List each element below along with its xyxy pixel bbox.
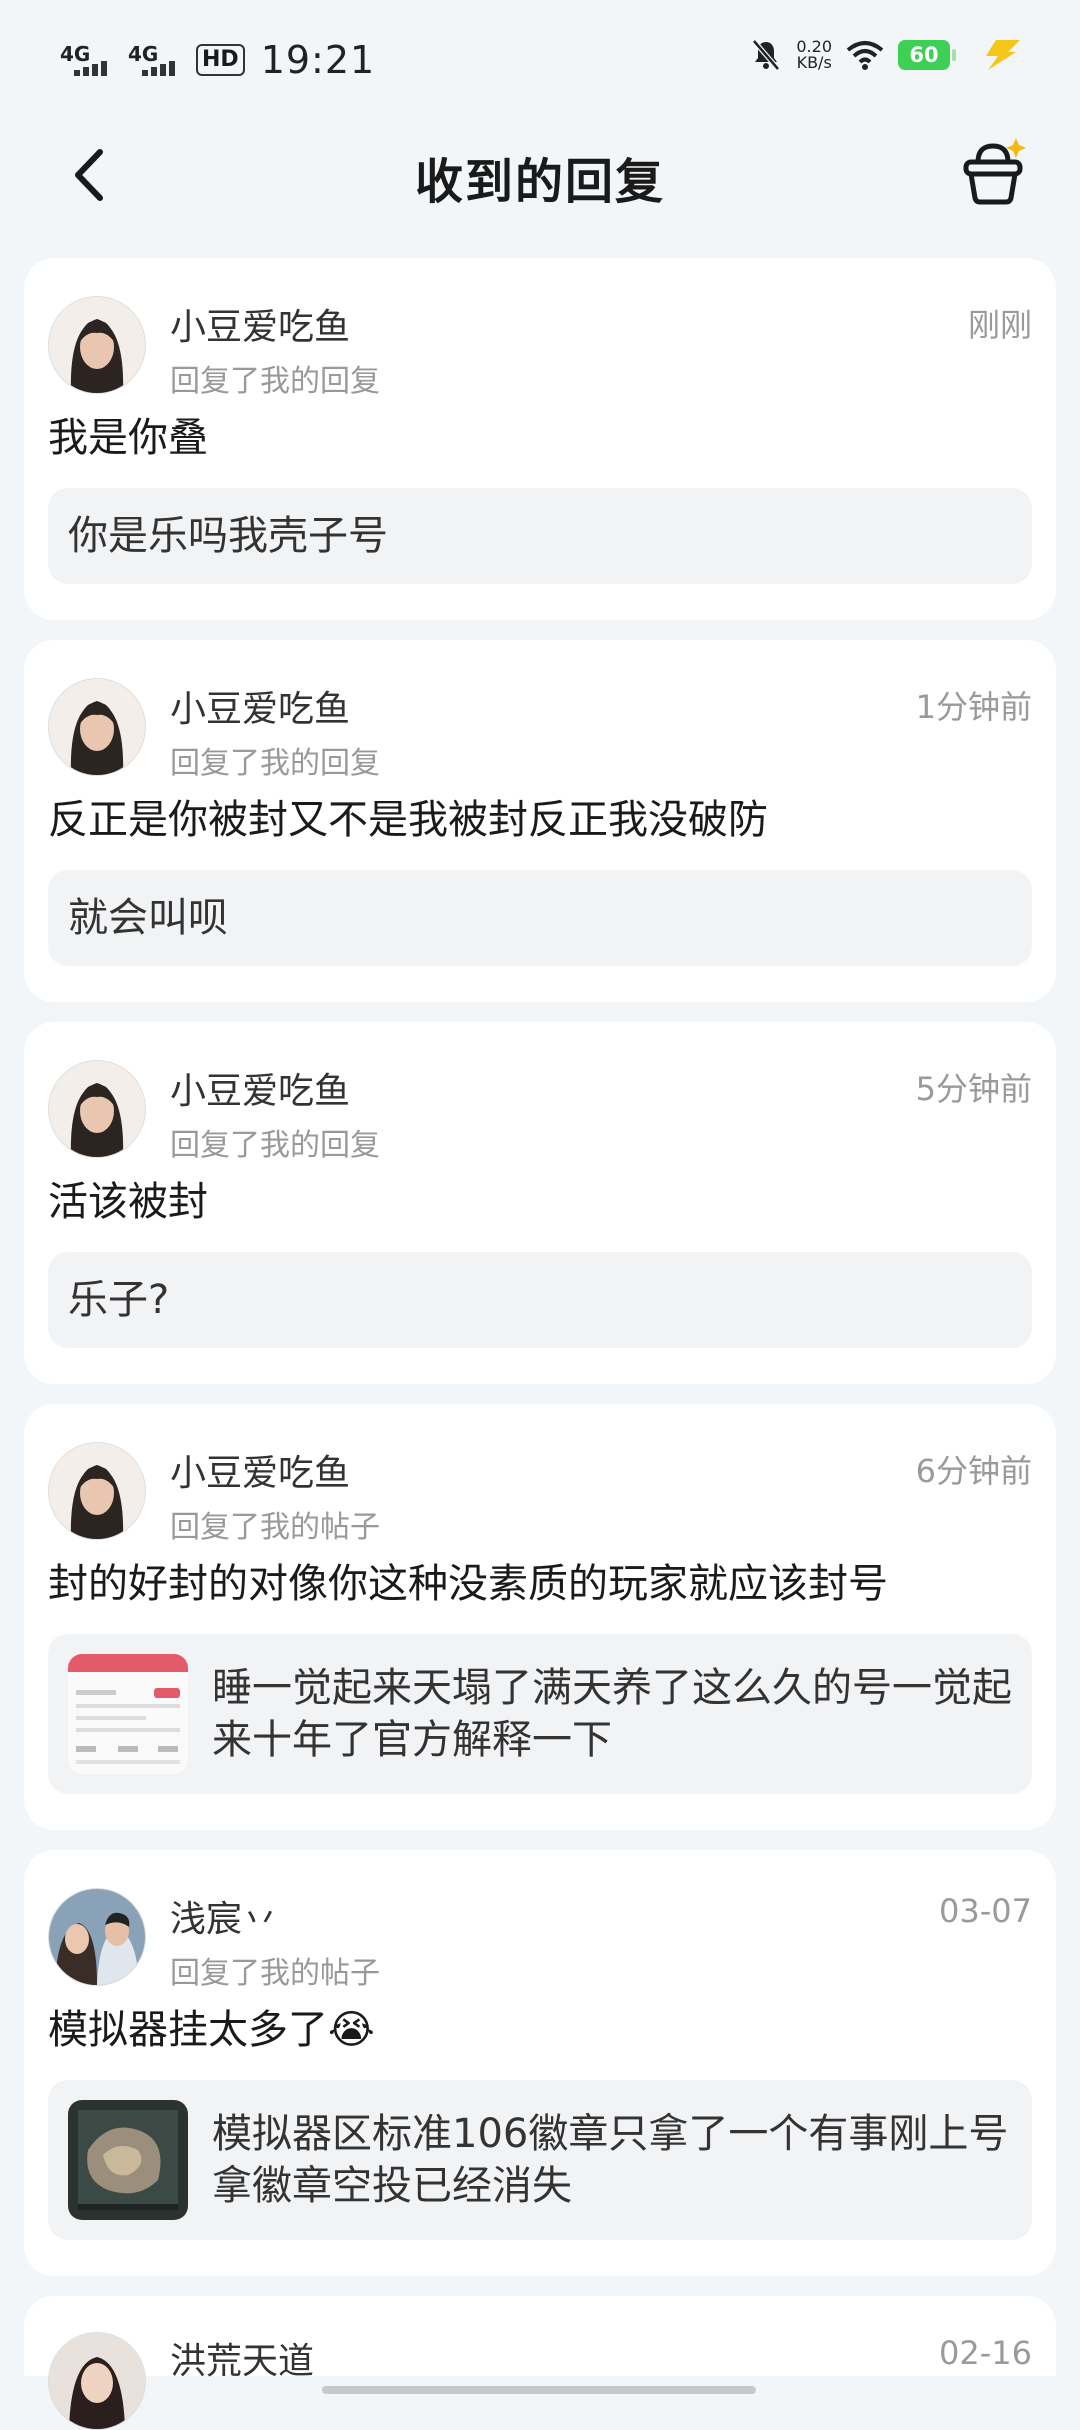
- quoted-post-title: 模拟器区标准106徽章只拿了一个有事刚上号拿徽章空投已经消失: [212, 2111, 1009, 2209]
- timestamp: 1分钟前: [915, 688, 1032, 726]
- quoted-post[interactable]: 模拟器区标准106徽章只拿了一个有事刚上号拿徽章空投已经消失: [48, 2080, 1032, 2240]
- avatar[interactable]: [48, 678, 146, 776]
- avatar[interactable]: [48, 1442, 146, 1540]
- net-speed: 0.20 KB/s: [796, 39, 832, 71]
- mute-bell-icon: [752, 39, 781, 71]
- username[interactable]: 小豆爱吃鱼: [170, 1062, 350, 1114]
- timestamp: 5分钟前: [915, 1070, 1032, 1108]
- timestamp: 6分钟前: [915, 1452, 1032, 1490]
- username[interactable]: 洪荒天道: [170, 2332, 314, 2384]
- reply-content: 我是你叠: [48, 415, 208, 461]
- reply-content: 封的好封的对像你这种没素质的玩家就应该封号: [48, 1561, 888, 1607]
- reply-content: 模拟器挂太多了😭: [48, 2002, 1032, 2058]
- avatar[interactable]: [48, 1060, 146, 1158]
- reply-list: 小豆爱吃鱼 回复了我的回复 刚刚 我是你叠 你是乐吗我壳子号 小豆爱吃鱼 回复了…: [24, 258, 1056, 2430]
- signal-icon: 4G: [128, 44, 186, 76]
- post-thumbnail: [68, 2100, 188, 2220]
- crying-emoji-icon: 😭: [328, 2007, 375, 2053]
- reply-action: 回复了我的帖子: [170, 1956, 380, 1991]
- avatar[interactable]: [48, 296, 146, 394]
- reply-content: 活该被封: [48, 1179, 208, 1225]
- reply-card[interactable]: 洪荒天道 02-16: [24, 2296, 1056, 2430]
- avatar[interactable]: [48, 2332, 146, 2430]
- charging-bolt-icon: [986, 40, 1020, 70]
- battery-icon: 60: [898, 40, 956, 70]
- hd-voice-icon: HD: [196, 44, 245, 76]
- quoted-post-title: 睡一觉起来天塌了满天养了这么久的号一觉起来十年了官方解释一下: [212, 1665, 1012, 1763]
- cleanup-basket-icon[interactable]: [958, 136, 1028, 208]
- username[interactable]: 小豆爱吃鱼: [170, 1444, 350, 1496]
- reply-action: 回复了我的回复: [170, 746, 380, 781]
- timestamp: 02-16: [939, 2334, 1032, 2372]
- reply-card[interactable]: 小豆爱吃鱼 回复了我的回复 刚刚 我是你叠 你是乐吗我壳子号: [24, 258, 1056, 620]
- username[interactable]: 小豆爱吃鱼: [170, 298, 350, 350]
- timestamp: 03-07: [939, 1892, 1032, 1930]
- reply-card[interactable]: 小豆爱吃鱼 回复了我的回复 5分钟前 活该被封 乐子?: [24, 1022, 1056, 1384]
- page-title: 收到的回复: [414, 154, 665, 210]
- quoted-text[interactable]: 就会叫呗: [48, 870, 1032, 966]
- wifi-icon: [846, 41, 884, 70]
- timestamp: 刚刚: [967, 306, 1032, 344]
- reply-text: 模拟器挂太多了: [48, 2007, 328, 2053]
- status-bar: 4G 4G HD 19:21 0.20 KB/s 60: [0, 0, 1080, 120]
- reply-action: 回复了我的回复: [170, 1128, 380, 1163]
- reply-action: 回复了我的帖子: [170, 1510, 380, 1545]
- username[interactable]: 浅宸丷: [170, 1890, 278, 1942]
- reply-card[interactable]: 浅宸丷 回复了我的帖子 03-07 模拟器挂太多了😭 模拟器区标准106徽章只拿…: [24, 1850, 1056, 2276]
- reply-card[interactable]: 小豆爱吃鱼 回复了我的回复 1分钟前 反正是你被封又不是我被封反正我没破防 就会…: [24, 640, 1056, 1002]
- clock: 19:21: [260, 38, 376, 82]
- username[interactable]: 小豆爱吃鱼: [170, 680, 350, 732]
- reply-action: 回复了我的回复: [170, 364, 380, 399]
- reply-card[interactable]: 小豆爱吃鱼 回复了我的帖子 6分钟前 封的好封的对像你这种没素质的玩家就应该封号…: [24, 1404, 1056, 1830]
- post-thumbnail: [68, 1654, 188, 1774]
- quoted-text[interactable]: 乐子?: [48, 1252, 1032, 1348]
- reply-content: 反正是你被封又不是我被封反正我没破防: [48, 797, 768, 843]
- net-speed-unit: KB/s: [796, 53, 832, 72]
- signal-icon: 4G: [60, 44, 118, 76]
- quoted-post[interactable]: 睡一觉起来天塌了满天养了这么久的号一觉起来十年了官方解释一下: [48, 1634, 1032, 1794]
- header: 收到的回复: [0, 120, 1080, 230]
- home-indicator[interactable]: [322, 2386, 756, 2394]
- avatar[interactable]: [48, 1888, 146, 1986]
- quoted-text[interactable]: 你是乐吗我壳子号: [48, 488, 1032, 584]
